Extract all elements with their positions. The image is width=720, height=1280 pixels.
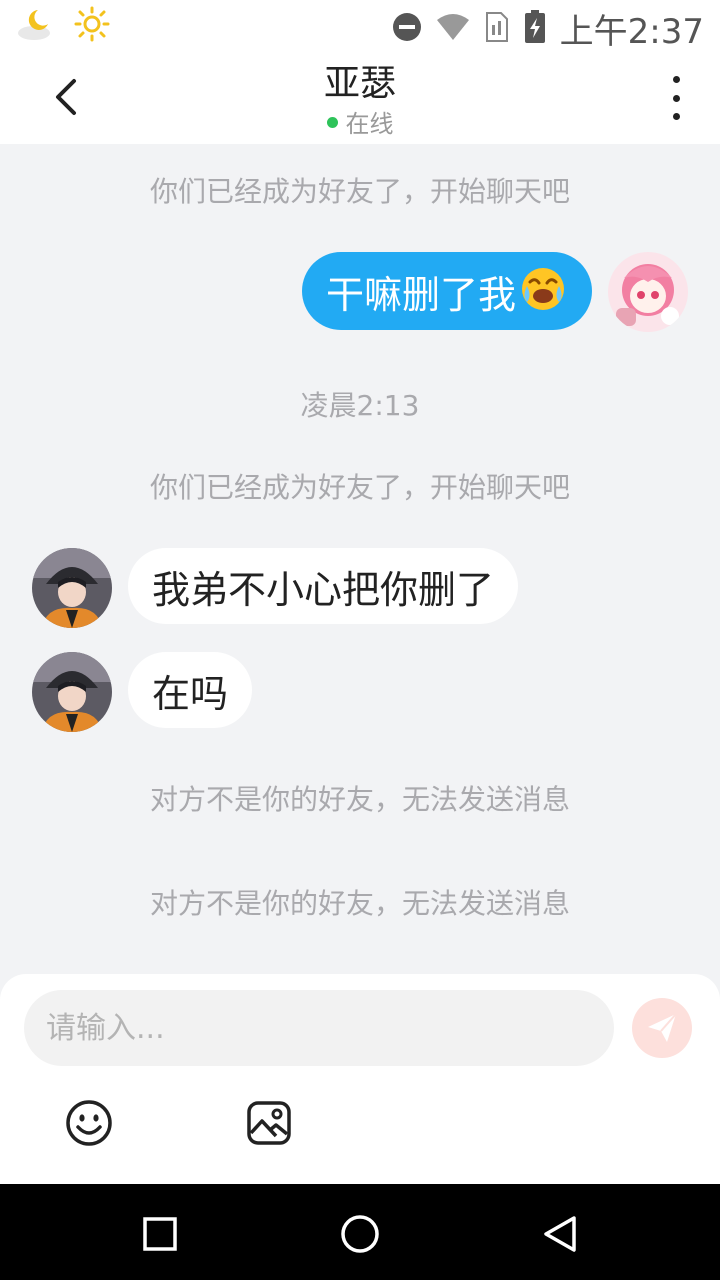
online-status: 在线 — [0, 104, 720, 139]
incoming-message-text: 在吗 — [152, 671, 229, 716]
more-options-button[interactable] — [656, 76, 696, 120]
image-icon — [247, 1101, 291, 1145]
system-message: 对方不是你的好友，无法发送消息 — [149, 887, 570, 920]
battery-charging-icon — [524, 9, 546, 48]
more-dot — [672, 113, 680, 120]
incoming-message-text: 我弟不小心把你删了 — [152, 567, 495, 612]
online-status-label: 在线 — [345, 110, 394, 138]
do-not-disturb-icon — [392, 12, 422, 46]
emoji-icon — [66, 1100, 112, 1146]
message-input-container[interactable] — [24, 990, 614, 1066]
incoming-message-bubble[interactable]: 在吗 — [128, 652, 253, 728]
system-navigation-bar — [0, 1184, 720, 1280]
incoming-message-bubble[interactable]: 我弟不小心把你删了 — [128, 548, 519, 624]
contact-avatar[interactable] — [32, 548, 112, 628]
outgoing-message-bubble[interactable]: 干嘛删了我 — [301, 252, 592, 330]
sim-icon — [484, 11, 510, 47]
composer-panel — [0, 974, 720, 1184]
online-dot-icon — [326, 116, 338, 128]
recents-button[interactable] — [136, 1210, 184, 1258]
my-avatar[interactable] — [608, 252, 688, 332]
more-dot — [672, 94, 680, 102]
more-dot — [672, 76, 680, 83]
contact-avatar[interactable] — [32, 652, 112, 732]
system-message: 对方不是你的好友，无法发送消息 — [149, 783, 570, 816]
send-button[interactable] — [632, 998, 692, 1058]
contact-name: 亚瑟 — [323, 63, 396, 104]
home-button[interactable] — [336, 1210, 384, 1258]
home-icon — [341, 1215, 379, 1253]
chat-header: 亚瑟 在线 — [0, 50, 720, 144]
timestamp: 凌晨2:13 — [300, 389, 420, 422]
back-icon — [544, 1216, 576, 1252]
message-list[interactable]: 你们已经成为好友了，开始聊天吧 干嘛删了我 凌晨2:13 你们已经成为好友了，开… — [0, 144, 720, 974]
outgoing-message-text: 干嘛删了我 — [325, 272, 516, 317]
status-time: 上午2:37 — [559, 12, 704, 52]
night-weather-icon — [16, 6, 56, 46]
crying-emoji-icon — [518, 262, 568, 321]
recents-icon — [143, 1217, 177, 1251]
emoji-button[interactable] — [64, 1098, 114, 1148]
sun-icon — [74, 6, 110, 46]
image-button[interactable] — [244, 1098, 294, 1148]
wifi-icon — [436, 13, 470, 45]
system-message: 你们已经成为好友了，开始聊天吧 — [149, 471, 570, 504]
back-nav-button[interactable] — [536, 1210, 584, 1258]
status-bar: 上午2:37 — [0, 0, 720, 52]
message-input[interactable] — [44, 1009, 588, 1047]
send-icon — [648, 1013, 677, 1042]
system-message: 你们已经成为好友了，开始聊天吧 — [149, 175, 570, 208]
